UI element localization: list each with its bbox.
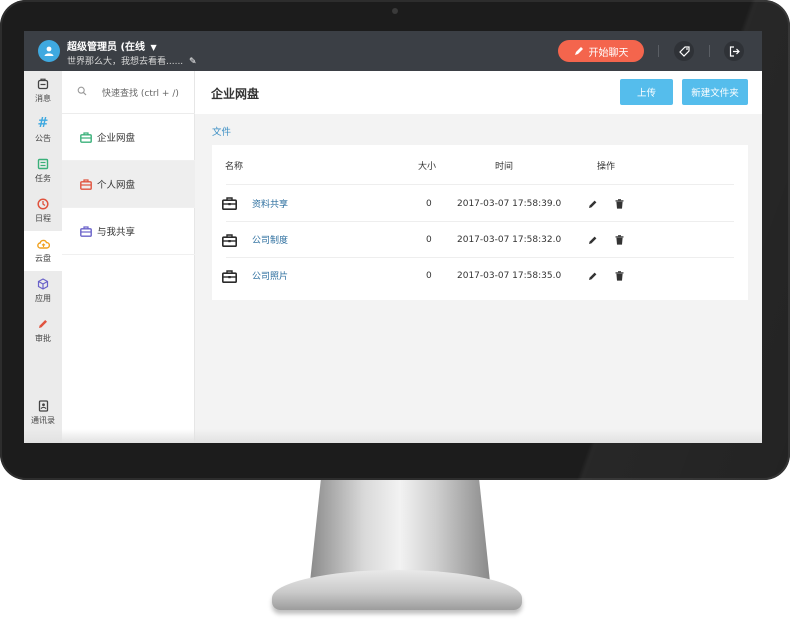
nav-label: 审批 — [35, 334, 51, 343]
file-name[interactable]: 公司照片 — [252, 269, 288, 282]
approval-icon — [39, 320, 47, 328]
cloud-icon — [36, 239, 50, 249]
monitor-stand-neck — [310, 480, 490, 582]
tag-icon — [678, 45, 690, 57]
nav-item-approval[interactable]: 审批 — [24, 311, 62, 351]
folder-briefcase-icon — [222, 197, 237, 210]
contacts-icon — [38, 400, 48, 412]
start-chat-button[interactable]: 开始聊天 — [558, 40, 644, 62]
user-status-dropdown[interactable]: 超级管理员 (在线 ▼ — [67, 38, 157, 53]
file-size: 0 — [426, 235, 432, 245]
main-content: 企业网盘 上传 新建文件夹 文件 名称 大小 时间 操作 资料共享 0 2017… — [195, 71, 762, 443]
file-time: 2017-03-07 17:58:32.0 — [457, 235, 562, 245]
cube-icon — [37, 278, 49, 290]
column-header-size: 大小 — [418, 162, 437, 172]
briefcase-icon — [80, 225, 92, 237]
drive-item-personal[interactable]: 个人网盘 — [62, 161, 195, 208]
breadcrumb[interactable]: 文件 — [212, 124, 231, 138]
pencil-icon — [574, 47, 583, 55]
folder-briefcase-icon — [222, 270, 237, 283]
folder-briefcase-icon — [222, 234, 237, 247]
quick-search[interactable]: 快速查找 (ctrl + /) — [62, 71, 195, 114]
nav-item-contacts[interactable]: 通讯录 — [24, 393, 62, 433]
nav-label: 云盘 — [35, 254, 51, 263]
nav-label: 任务 — [35, 174, 51, 183]
nav-item-announcements[interactable]: # 公告 — [24, 111, 62, 151]
logout-button[interactable] — [724, 41, 744, 61]
nav-item-messages[interactable]: 消息 — [24, 71, 62, 111]
hash-icon: # — [37, 116, 49, 131]
nav-label: 日程 — [35, 214, 51, 223]
toolbar-divider — [658, 45, 659, 57]
page-title: 企业网盘 — [211, 87, 260, 101]
file-time: 2017-03-07 17:58:35.0 — [457, 271, 562, 281]
left-nav: 消息 # 公告 任务 日程 云盘 应用 审批 通讯录 — [24, 71, 62, 443]
file-name[interactable]: 资料共享 — [252, 197, 288, 210]
search-placeholder: 快速查找 (ctrl + /) — [102, 89, 179, 99]
user-name: 超级管理员 (在线 — [67, 42, 146, 53]
briefcase-icon — [80, 131, 92, 143]
toolbar-divider — [709, 45, 710, 57]
user-icon — [44, 46, 54, 56]
upload-label: 上传 — [636, 88, 656, 99]
nav-item-cloud-drive[interactable]: 云盘 — [24, 231, 62, 271]
edit-icon[interactable] — [588, 271, 598, 281]
app-screen: 超级管理员 (在线 ▼ 世界那么大，我想去看看...... ✎ 开始聊天 消息 … — [24, 31, 762, 443]
trash-icon[interactable] — [615, 199, 624, 209]
new-folder-label: 新建文件夹 — [691, 88, 739, 99]
file-time: 2017-03-07 17:58:39.0 — [457, 199, 562, 209]
start-chat-label: 开始聊天 — [588, 47, 629, 59]
nav-item-tasks[interactable]: 任务 — [24, 151, 62, 191]
table-row[interactable]: 公司照片 0 2017-03-07 17:58:35.0 — [212, 258, 748, 294]
tag-button[interactable] — [674, 41, 694, 61]
edit-icon[interactable] — [588, 199, 598, 209]
drive-item-shared[interactable]: 与我共享 — [62, 208, 195, 255]
signature-text: 世界那么大，我想去看看...... — [67, 57, 184, 67]
drive-item-enterprise[interactable]: 企业网盘 — [62, 114, 195, 161]
edit-pencil-icon[interactable]: ✎ — [189, 57, 197, 67]
monitor-frame: 超级管理员 (在线 ▼ 世界那么大，我想去看看...... ✎ 开始聊天 消息 … — [0, 0, 790, 480]
nav-item-schedule[interactable]: 日程 — [24, 191, 62, 231]
new-folder-button[interactable]: 新建文件夹 — [682, 79, 748, 105]
column-header-actions: 操作 — [597, 162, 616, 172]
camera-dot — [392, 8, 398, 14]
column-header-time: 时间 — [495, 162, 514, 172]
message-icon — [37, 78, 49, 90]
briefcase-icon — [80, 178, 92, 190]
trash-icon[interactable] — [615, 271, 624, 281]
top-bar: 超级管理员 (在线 ▼ 世界那么大，我想去看看...... ✎ 开始聊天 — [24, 31, 762, 71]
nav-label: 应用 — [35, 294, 51, 303]
drive-item-label: 与我共享 — [97, 227, 136, 238]
user-signature[interactable]: 世界那么大，我想去看看...... ✎ — [67, 54, 197, 67]
edit-icon[interactable] — [588, 235, 598, 245]
caret-down-icon: ▼ — [150, 43, 157, 52]
nav-label: 通讯录 — [31, 416, 55, 425]
main-header: 企业网盘 上传 新建文件夹 — [195, 71, 762, 114]
logout-icon — [729, 45, 740, 57]
file-table: 名称 大小 时间 操作 资料共享 0 2017-03-07 17:58:39.0 — [212, 145, 748, 300]
file-size: 0 — [426, 199, 432, 209]
drive-item-label: 企业网盘 — [97, 133, 136, 144]
column-header-name: 名称 — [225, 162, 244, 172]
table-row[interactable]: 资料共享 0 2017-03-07 17:58:39.0 — [212, 185, 748, 221]
file-name[interactable]: 公司制度 — [252, 233, 288, 246]
nav-item-apps[interactable]: 应用 — [24, 271, 62, 311]
search-icon — [77, 86, 87, 96]
upload-button[interactable]: 上传 — [620, 79, 673, 105]
trash-icon[interactable] — [615, 235, 624, 245]
drive-item-label: 个人网盘 — [97, 180, 136, 191]
task-icon — [37, 158, 49, 170]
schedule-icon — [37, 198, 49, 210]
screen-bottom-fade — [24, 429, 762, 443]
nav-label: 消息 — [35, 94, 51, 103]
table-row[interactable]: 公司制度 0 2017-03-07 17:58:32.0 — [212, 222, 748, 258]
nav-label: 公告 — [35, 134, 51, 143]
drive-list-panel: 快速查找 (ctrl + /) 企业网盘 个人网盘 与我共享 — [62, 71, 195, 443]
file-size: 0 — [426, 271, 432, 281]
avatar[interactable] — [38, 40, 60, 62]
